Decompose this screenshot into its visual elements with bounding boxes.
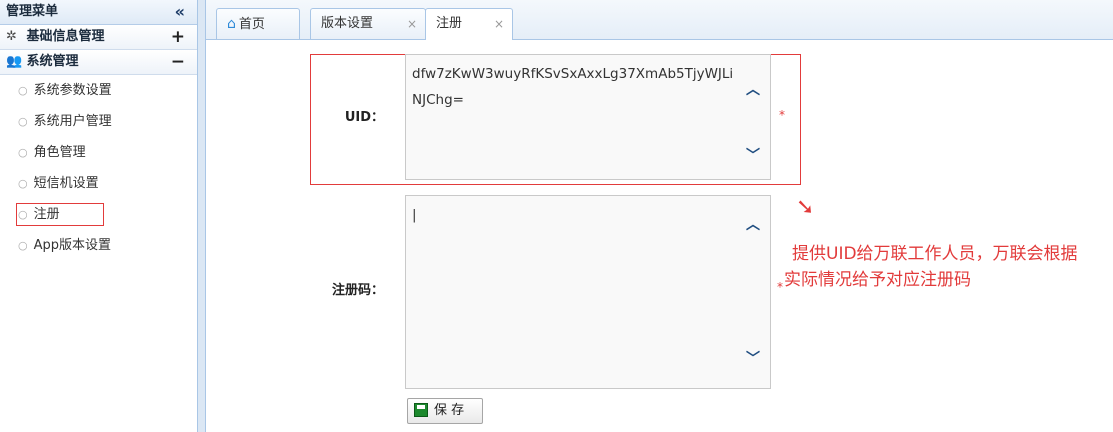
highlight-box — [16, 203, 104, 226]
bullet-icon: ○ — [18, 115, 28, 128]
close-icon[interactable]: × — [494, 9, 504, 39]
panel-splitter[interactable] — [198, 0, 206, 432]
bullet-icon: ○ — [18, 84, 28, 97]
sidebar-item-label: 角色管理 — [33, 145, 86, 160]
section-label: 系统管理 — [26, 54, 79, 69]
annotation-line-1: 提供UID给万联工作人员，万联会根据 — [792, 244, 1078, 264]
tab-label: 版本设置 — [321, 16, 374, 31]
uid-value: dfw7zKwW3wuyRfKSvSxAxxLg37XmAb5TjyWJLiNJ… — [412, 66, 734, 108]
tab-version-settings[interactable]: 版本设置 × — [310, 8, 426, 39]
tab-label: 注册 — [436, 16, 463, 31]
scroll-up-icon[interactable]: ︿ — [746, 77, 760, 103]
sidebar-item-system-params[interactable]: ○ 系统参数设置 — [0, 75, 197, 106]
sidebar-item-app-version[interactable]: ○ App版本设置 — [0, 230, 197, 261]
reg-code-value: | — [412, 207, 417, 223]
section-basic-info[interactable]: ✲ 基础信息管理 + — [0, 25, 197, 50]
required-mark: * — [777, 280, 783, 294]
annotation-line-2: 实际情况给予对应注册码 — [784, 270, 971, 290]
scroll-down-icon[interactable]: ﹀ — [746, 143, 760, 169]
arrow-icon: ➘ — [796, 195, 815, 220]
sidebar-item-sms[interactable]: ○ 短信机设置 — [0, 168, 197, 199]
uid-label: UID： — [344, 110, 384, 125]
sidebar-item-system-users[interactable]: ○ 系统用户管理 — [0, 106, 197, 137]
sidebar-item-label: App版本设置 — [33, 238, 112, 253]
bullet-icon: ○ — [18, 177, 28, 190]
sidebar-item-label: 系统参数设置 — [33, 83, 112, 98]
close-icon[interactable]: × — [407, 9, 417, 39]
users-icon: 👥 — [6, 54, 23, 69]
gear-icon: ✲ — [6, 29, 17, 44]
sidebar-item-roles[interactable]: ○ 角色管理 — [0, 137, 197, 168]
sidebar-item-register[interactable]: ○ 注册 — [0, 199, 197, 230]
save-label: 保 存 — [434, 403, 465, 418]
save-icon — [414, 403, 428, 417]
tab-home[interactable]: ⌂ 首页 — [216, 8, 300, 39]
sidebar-item-label: 系统用户管理 — [33, 114, 112, 129]
required-mark: * — [779, 108, 785, 122]
section-system-management[interactable]: 👥 系统管理 − — [0, 50, 197, 75]
reg-code-textarea[interactable]: | ︿ ﹀ — [405, 195, 771, 389]
save-button[interactable]: 保 存 — [407, 398, 483, 424]
bullet-icon: ○ — [18, 239, 28, 252]
sidebar-header: 管理菜单 « — [0, 0, 197, 25]
expand-icon[interactable]: + — [171, 25, 185, 49]
home-icon: ⌂ — [227, 16, 236, 32]
tab-register[interactable]: 注册 × — [425, 8, 513, 40]
reg-code-label: 注册码： — [331, 283, 384, 298]
bullet-icon: ○ — [18, 146, 28, 159]
sidebar-title: 管理菜单 — [6, 4, 59, 19]
scroll-down-icon[interactable]: ﹀ — [746, 346, 760, 372]
section-label: 基础信息管理 — [26, 29, 105, 44]
collapse-icon[interactable]: − — [171, 50, 185, 74]
tab-bar: ⌂ 首页 版本设置 × 注册 × — [206, 0, 1113, 40]
collapse-sidebar-button[interactable]: « — [175, 0, 185, 24]
scroll-up-icon[interactable]: ︿ — [746, 212, 760, 238]
tab-label: 首页 — [238, 17, 265, 32]
uid-textarea[interactable]: dfw7zKwW3wuyRfKSvSxAxxLg37XmAb5TjyWJLiNJ… — [405, 54, 771, 180]
sidebar: 管理菜单 « ✲ 基础信息管理 + 👥 系统管理 − ○ 系统参数设置 ○ 系统用户… — [0, 0, 198, 432]
sidebar-item-label: 短信机设置 — [33, 176, 99, 191]
